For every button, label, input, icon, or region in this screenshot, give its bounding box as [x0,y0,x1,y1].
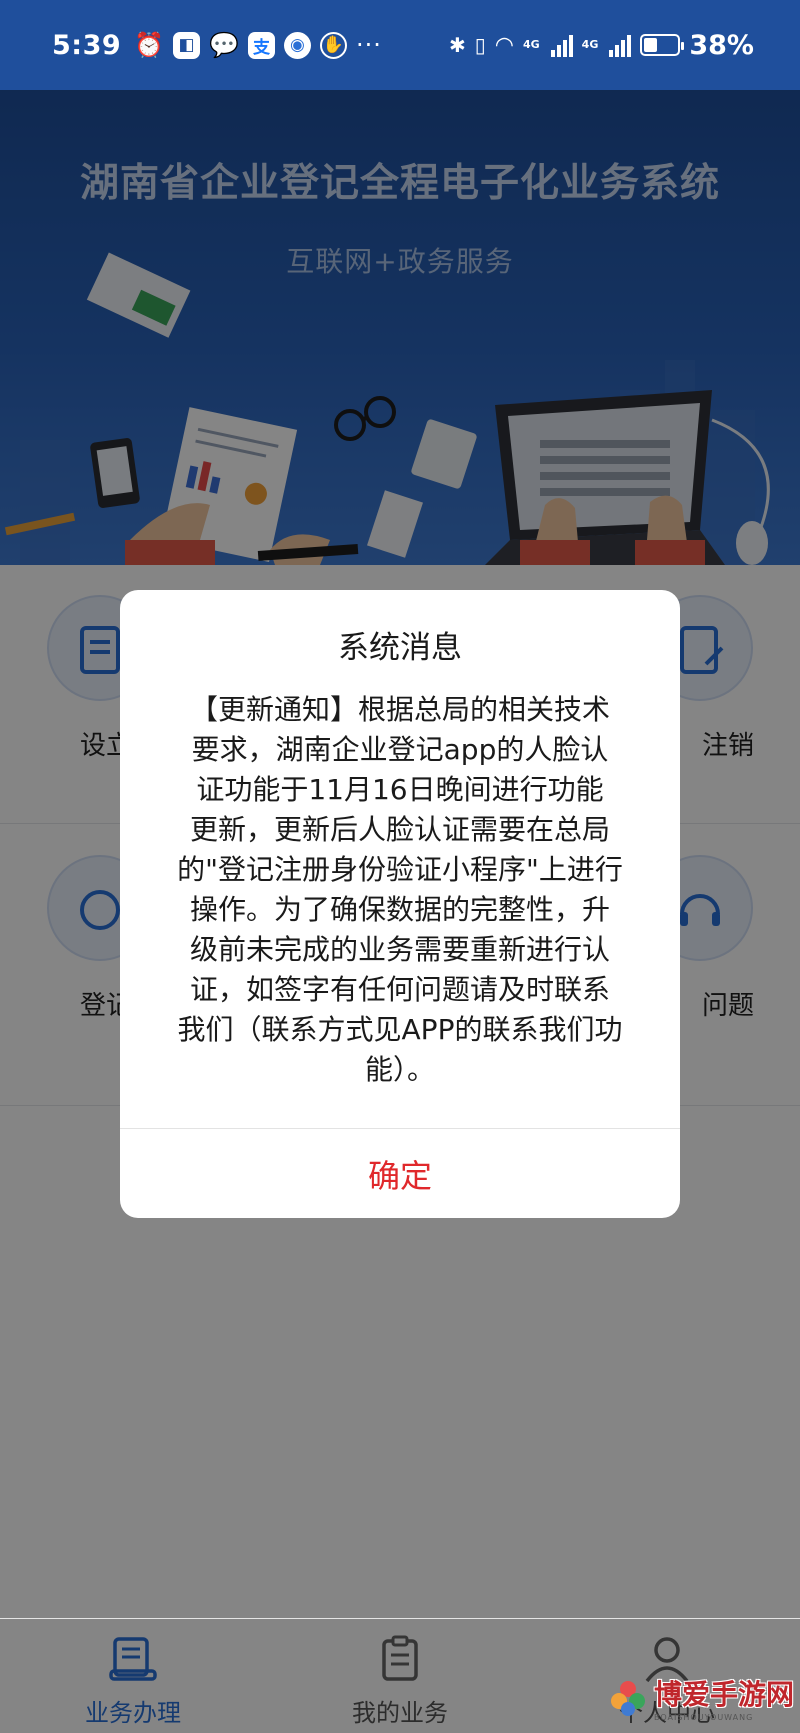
battery-level [644,38,657,52]
wifi-icon: ◠ [494,32,514,58]
bluetooth-icon: ✱ [449,33,466,57]
alarm-icon: ⏰ [134,31,165,59]
dialog-message-line: 操作。为了确保数据的完整性，升 [189,893,610,926]
watermark: 博爱手游网 BOAISHOUYOUWANG [608,1669,794,1725]
confirm-button[interactable]: 确定 [120,1129,680,1218]
network-type-badge: 4G [522,38,540,51]
dialog-message-line: 我们（联系方式见APP的联系我们功 [177,1013,623,1046]
wechat-icon: 💬 [209,31,239,59]
tab-my-business[interactable]: 我的业务 [267,1619,533,1733]
status-bar-right: ✱ ▯ ◠ 4G 4G 38% [449,30,754,61]
app-screen: 设立 注销 登记 问题 湖南省企业登记全程电子化业务系统 互联网+政务服务 5:… [0,0,800,1733]
signal-strength-icon [550,33,573,57]
system-message-dialog: 系统消息 【更新通知】根据总局的相关技术 要求，湖南企业登记app的人脸认 证功… [120,590,680,1218]
watermark-subtitle: BOAISHOUYOUWANG [653,1712,754,1722]
dialog-message-line: 证功能于11月16日晚间进行功能 [196,773,604,806]
watermark-title: 博爱手游网 [653,1677,794,1711]
hand-icon: ✋ [319,31,347,59]
dialog-message-line: 的"登记注册身份验证小程序"上进行 [177,853,623,886]
bottom-tab-bar: 业务办理 我的业务 个人中心 博爱手游网 BOAISHOUYOUWANG [0,1618,800,1733]
tab-label: 业务办理 [85,1699,181,1727]
signal-strength-icon [609,33,632,57]
dialog-message-line: 要求，湖南企业登记app的人脸认 [191,733,609,766]
watermark-logo-icon [610,1681,645,1716]
dialog-message-line: 证，如签字有任何问题请及时联系 [189,973,610,1006]
dialog-message-line: 能）。 [364,1053,435,1086]
watermark-text: 博爱手游网 BOAISHOUYOUWANG [654,1673,794,1722]
status-bar: 5:39 ⏰ ◧ 💬 支 ◉ ✋ ··· ✱ ▯ ◠ 4G 4G 38% [0,0,800,90]
dialog-message-line: 【更新通知】根据总局的相关技术 [189,693,610,726]
network-type-badge: 4G [581,38,599,51]
dialog-message-line: 更新，更新后人脸认证需要在总局 [189,813,610,846]
tab-business-handling[interactable]: 业务办理 [0,1619,266,1733]
status-bar-left: 5:39 ⏰ ◧ 💬 支 ◉ ✋ ··· [52,30,382,61]
dialog-message-line: 级前未完成的业务需要重新进行认 [189,933,610,966]
battery-percent: 38% [689,29,754,61]
browser-icon: ◉ [283,31,311,59]
battery-icon [640,34,685,56]
dialog-title: 系统消息 [338,630,462,666]
status-time: 5:39 [52,29,122,61]
dialog-message: 【更新通知】根据总局的相关技术 要求，湖南企业登记app的人脸认 证功能于11月… [156,690,644,1090]
vibrate-icon: ▯ [474,33,486,57]
my-business-icon [382,1635,418,1681]
tab-label: 我的业务 [352,1699,448,1727]
app-badge-icon: ◧ [173,31,201,59]
business-handling-icon [109,1637,157,1681]
alipay-icon: 支 [247,31,275,59]
more-notifications-icon: ··· [355,31,382,59]
